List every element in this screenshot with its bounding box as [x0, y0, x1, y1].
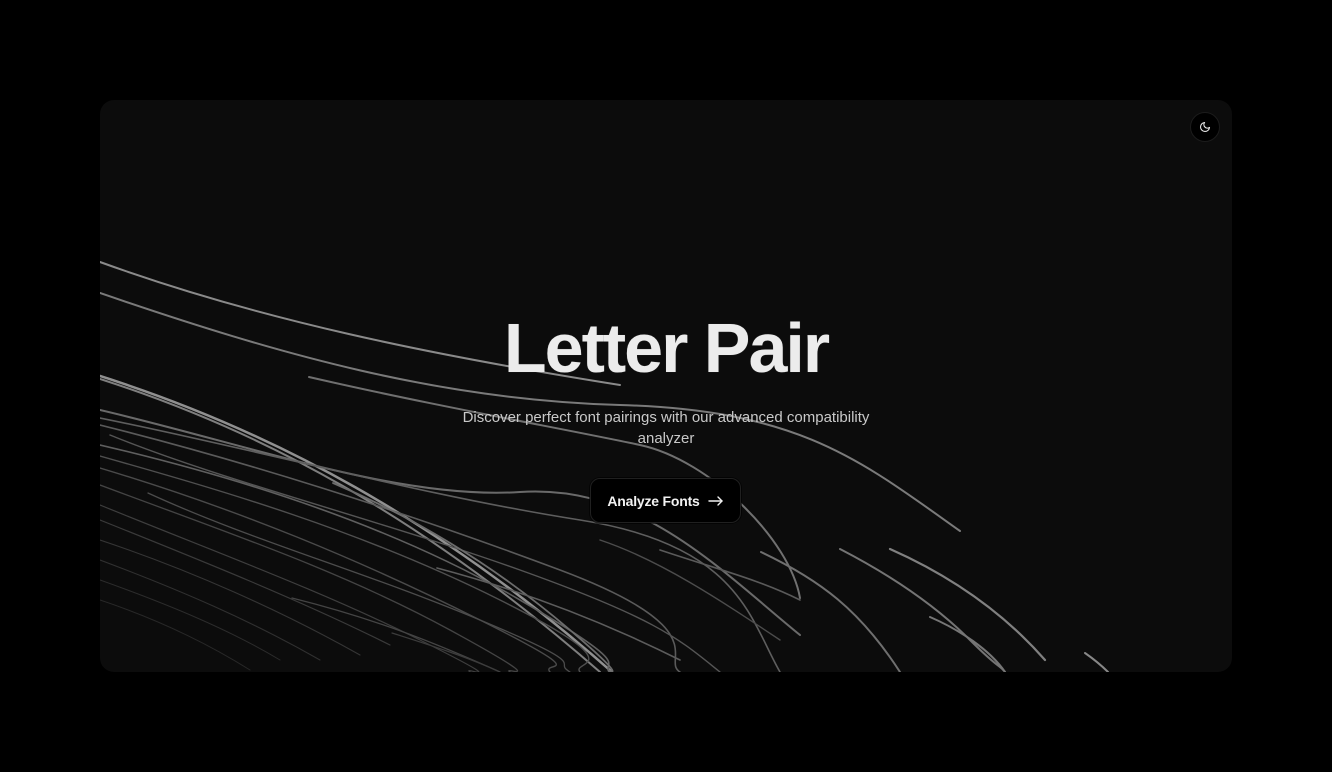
analyze-fonts-label: Analyze Fonts: [607, 492, 700, 509]
page-title: Letter Pair: [503, 309, 830, 387]
analyze-fonts-button[interactable]: Analyze Fonts: [590, 478, 741, 523]
arrow-right-icon: [707, 495, 723, 506]
hero-subtitle: Discover perfect font pairings with our …: [462, 409, 870, 447]
hero-section: Letter Pair Discover perfect font pairin…: [100, 100, 1232, 672]
hero-card: Letter Pair Discover perfect font pairin…: [100, 100, 1232, 672]
